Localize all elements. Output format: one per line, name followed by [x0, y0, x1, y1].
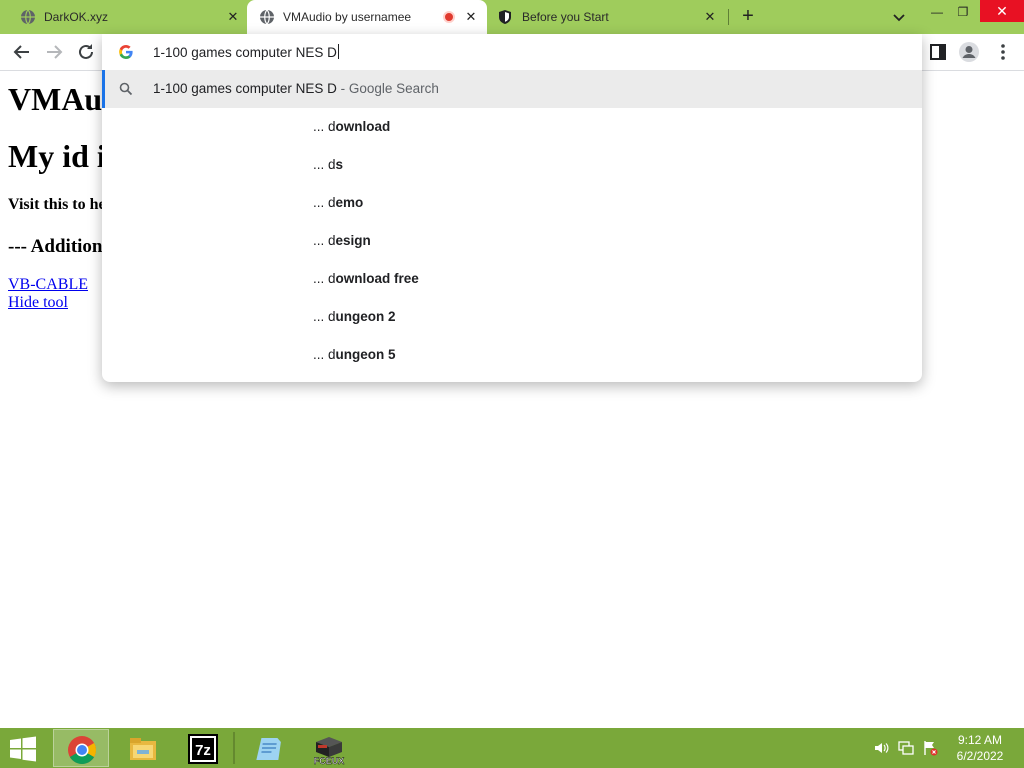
suggestion-text: ... download free [313, 271, 419, 286]
new-tab-button[interactable]: + [738, 6, 758, 26]
suggestion-item[interactable]: ... dungeon 5 [102, 336, 922, 374]
omnibox-dropdown: 1-100 games computer NES D 1-100 games c… [102, 34, 922, 382]
omnibox-input[interactable]: 1-100 games computer NES D [153, 44, 339, 60]
taskbar-fceux[interactable]: FCEUX [300, 729, 356, 767]
notepad-icon [256, 738, 281, 760]
close-icon[interactable]: ✕ [463, 9, 479, 25]
minimize-button[interactable]: — [926, 3, 948, 21]
tab-title: DarkOK.xyz [44, 10, 109, 24]
additional-heading: --- Addition [8, 236, 103, 257]
windows-start-icon[interactable] [8, 736, 38, 762]
close-icon[interactable]: ✕ [702, 9, 718, 25]
globe-icon [21, 9, 35, 25]
close-icon[interactable]: ✕ [225, 9, 241, 25]
suggestion-item[interactable]: ... demo [102, 184, 922, 222]
vb-cable-link[interactable]: VB-CABLE [8, 276, 88, 294]
tab-vmaudio[interactable]: VMAudio by usernamee ✕ [247, 0, 487, 34]
clock-date: 6/2/2022 [956, 749, 1004, 763]
suggestion-text: ... download [313, 119, 391, 134]
shield-icon [499, 10, 511, 24]
reload-icon[interactable] [75, 41, 97, 63]
action-center-flag-icon[interactable] [922, 740, 938, 756]
maximize-button[interactable]: ❐ [952, 3, 974, 21]
text-caret [337, 44, 339, 59]
forward-arrow-icon[interactable] [43, 41, 65, 63]
suggestion-text: ... design [313, 233, 371, 248]
omnibox-query: 1-100 games computer NES D [153, 45, 337, 60]
suggestion-query: 1-100 games computer NES D [153, 81, 337, 96]
search-icon [119, 82, 133, 96]
suggestion-text: ... dungeon 2 [313, 309, 396, 324]
taskbar: 7z FCEUX 9:12 AM 6/2/2022 [0, 728, 1024, 768]
hide-tool-link[interactable]: Hide tool [8, 294, 68, 312]
suggestion-text: ... demo [313, 195, 364, 210]
suggestion-item[interactable]: ... download [102, 108, 922, 146]
back-arrow-icon[interactable] [11, 41, 33, 63]
more-menu-icon[interactable] [992, 41, 1014, 63]
page-heading: VMAu [8, 81, 103, 117]
globe-icon [260, 9, 274, 25]
taskbar-clock[interactable]: 9:12 AM 6/2/2022 [950, 732, 1010, 764]
taskbar-7zip[interactable]: 7z [175, 729, 231, 767]
taskbar-separator [233, 732, 235, 764]
7zip-icon: 7z [188, 734, 218, 764]
side-panel-icon[interactable] [927, 41, 949, 63]
fceux-icon: FCEUX [314, 737, 345, 766]
file-explorer-icon [130, 738, 156, 760]
network-icon[interactable] [898, 740, 914, 756]
chrome-icon [68, 736, 96, 764]
user-id-heading: My id i [8, 138, 106, 174]
tab-title: VMAudio by usernamee [283, 10, 412, 24]
taskbar-chrome[interactable] [53, 729, 109, 767]
visit-text: Visit this to he [8, 196, 106, 213]
suggestion-text: ... dungeon 5 [313, 347, 396, 362]
address-bar[interactable]: 1-100 games computer NES D [102, 34, 922, 70]
tab-darkok[interactable]: DarkOK.xyz ✕ [0, 0, 247, 34]
clock-time: 9:12 AM [957, 733, 1003, 747]
suggestion-text: ... ds [313, 157, 344, 172]
suggestion-item[interactable]: ... design [102, 222, 922, 260]
profile-avatar-icon[interactable] [958, 41, 980, 63]
google-icon [119, 45, 133, 59]
tab-before-you-start[interactable]: Before you Start ✕ [487, 0, 727, 34]
suggestion-item[interactable]: ... ds [102, 146, 922, 184]
speaker-icon[interactable] [873, 740, 889, 756]
window-close-button[interactable]: ✕ [980, 0, 1024, 22]
tab-title: Before you Start [522, 10, 609, 24]
suggestion-item[interactable]: ... download free [102, 260, 922, 298]
taskbar-notepad[interactable] [239, 729, 295, 767]
taskbar-file-explorer[interactable] [115, 729, 171, 767]
chevron-down-icon[interactable] [890, 8, 908, 26]
suggestion-text: 1-100 games computer NES D - Google Sear… [153, 81, 439, 96]
svg-text:7z: 7z [195, 742, 211, 759]
tab-separator [728, 9, 729, 25]
suggestion-item[interactable]: ... dungeon 2 [102, 298, 922, 336]
suggestion-google-search[interactable]: 1-100 games computer NES D - Google Sear… [102, 70, 922, 108]
svg-text:FCEUX: FCEUX [314, 756, 345, 766]
tab-strip: DarkOK.xyz ✕ VMAudio by usernamee ✕ Befo… [0, 0, 1024, 34]
suggestion-subtitle: - Google Search [336, 81, 439, 96]
recording-indicator-icon [443, 11, 455, 23]
